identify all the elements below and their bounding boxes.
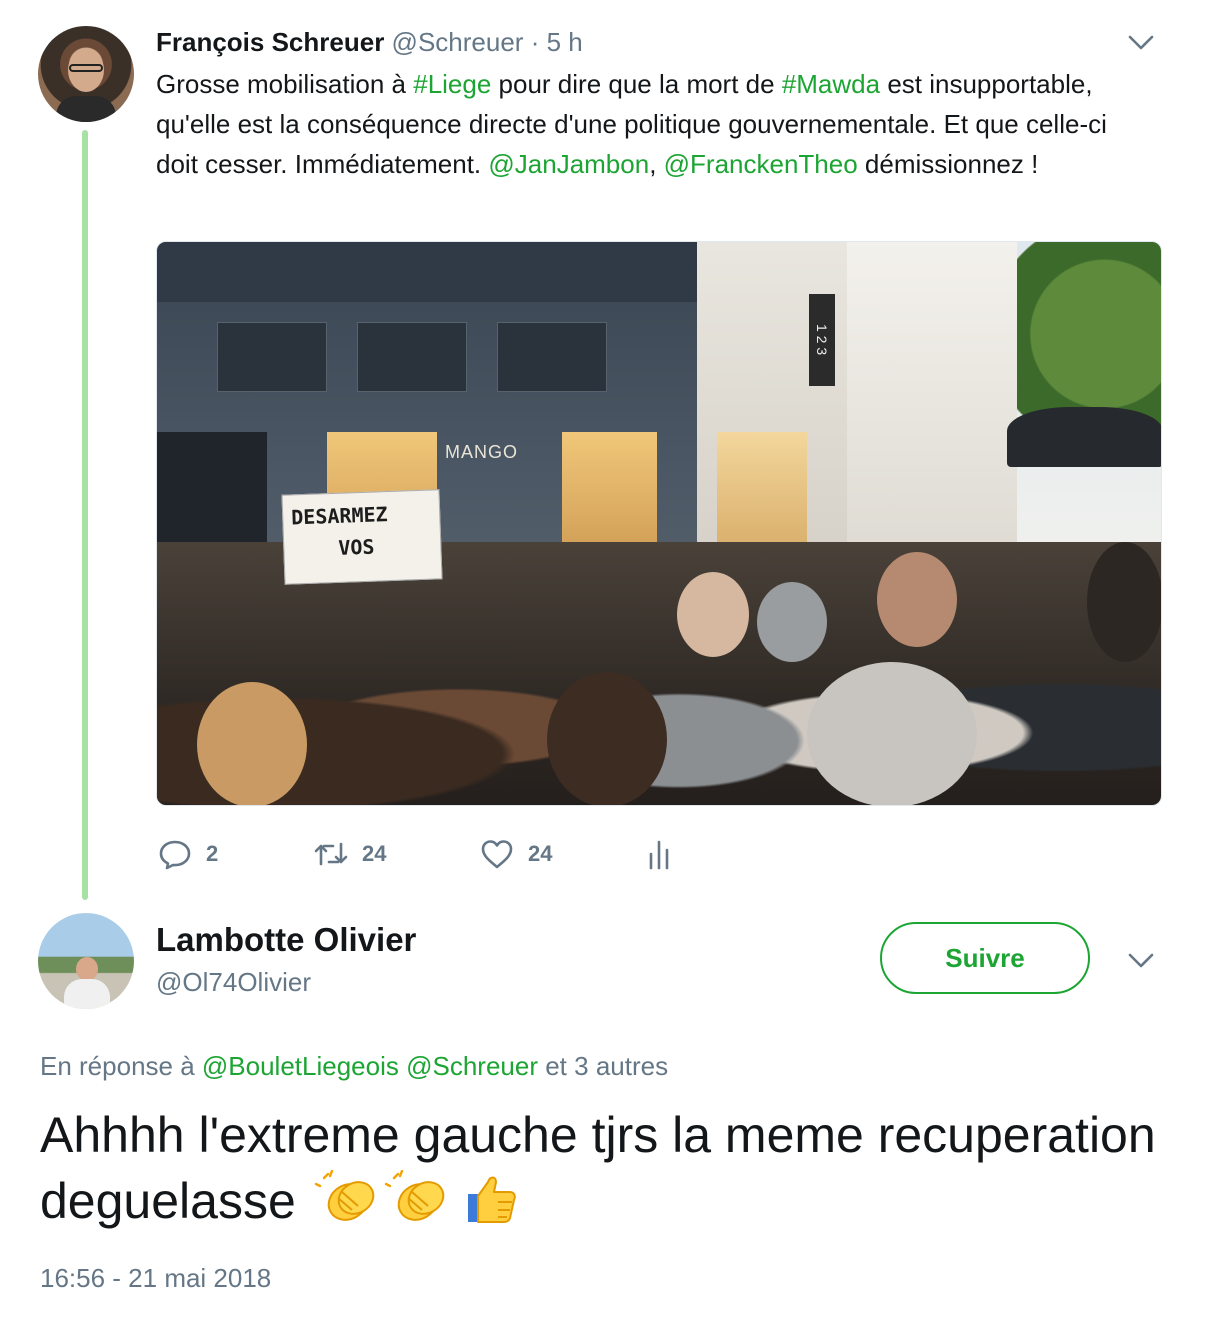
text-part: démissionnez !	[857, 149, 1039, 179]
reply-text-content: Ahhhh l'extreme gauche tjrs la meme recu…	[40, 1107, 1156, 1229]
text-part: ,	[649, 149, 664, 179]
reply-author-name[interactable]: Lambotte Olivier	[156, 918, 416, 962]
stats-button[interactable]	[642, 830, 676, 878]
like-icon	[481, 840, 513, 869]
photo-window	[217, 322, 327, 392]
photo-person	[677, 572, 749, 657]
photo-window	[497, 322, 607, 392]
hashtag-liege[interactable]: #Liege	[413, 69, 491, 99]
thread-line	[82, 130, 88, 900]
text-part: pour dire que la mort de	[491, 69, 782, 99]
reply-text: Ahhhh l'extreme gauche tjrs la meme recu…	[40, 1102, 1160, 1234]
photo-person	[757, 582, 827, 662]
parent-tweet[interactable]: François Schreuer @Schreuer · 5 h Grosse…	[0, 0, 1212, 900]
banner-line: VOS	[337, 534, 375, 560]
reply-author-avatar[interactable]	[38, 913, 134, 1009]
like-count: 24	[528, 841, 553, 866]
clapping-hands-emoji	[314, 1170, 374, 1221]
avatar-glasses	[69, 64, 103, 72]
reply-prefix: En réponse à	[40, 1051, 202, 1081]
photo-person	[1087, 542, 1161, 662]
photo-person	[547, 672, 667, 805]
tweet-photo[interactable]: MANGO 1 2 3 DESARMEZ VOS	[156, 241, 1162, 806]
tweet-text: Grosse mobilisation à #Liege pour dire q…	[156, 64, 1156, 184]
chevron-down-icon[interactable]	[1126, 946, 1156, 976]
tweet-header: François Schreuer @Schreuer · 5 h	[156, 26, 583, 58]
mention-franckentheo[interactable]: @FranckenTheo	[664, 149, 858, 179]
tweet-time[interactable]: · 5 h	[531, 27, 583, 57]
tweet-timestamp[interactable]: 16:56 - 21 mai 2018	[40, 1260, 271, 1296]
photo-person	[197, 682, 307, 805]
clapping-hands-emoji	[384, 1170, 444, 1221]
photo-umbrella	[1007, 407, 1161, 467]
retweet-count: 24	[362, 841, 387, 866]
photo-person	[877, 552, 957, 647]
photo-window	[357, 322, 467, 392]
reply-context: En réponse à @BouletLiegeois @Schreuer e…	[40, 1048, 668, 1084]
banner-line: DESARMEZ	[290, 502, 388, 530]
stats-icon	[649, 840, 669, 870]
author-avatar[interactable]	[38, 26, 134, 122]
tweet-actions: 2 24 24	[156, 830, 756, 880]
author-handle[interactable]: @Schreuer	[392, 27, 524, 57]
reply-button[interactable]: 2	[158, 830, 218, 878]
retweet-button[interactable]: 24	[314, 830, 386, 878]
reply-suffix[interactable]: et 3 autres	[538, 1051, 668, 1081]
hashtag-mawda[interactable]: #Mawda	[782, 69, 880, 99]
photo-person	[807, 662, 977, 805]
avatar-shirt	[56, 96, 116, 122]
avatar-face	[76, 957, 98, 981]
like-button[interactable]: 24	[480, 830, 552, 878]
photo-shop-sign: MANGO	[445, 442, 519, 462]
avatar-body	[64, 979, 110, 1009]
follow-button[interactable]: Suivre	[880, 922, 1090, 994]
reply-icon	[159, 840, 191, 870]
reply-author-handle[interactable]: @Ol74Olivier	[156, 964, 311, 1000]
text-part: Grosse mobilisation à	[156, 69, 414, 99]
mention-bouletliegeois[interactable]: @BouletLiegeois	[202, 1051, 399, 1081]
chevron-down-icon[interactable]	[1126, 28, 1156, 58]
mention-janjambon[interactable]: @JanJambon	[488, 149, 649, 179]
photo-protest-banner: DESARMEZ VOS	[281, 489, 443, 585]
photo-store-sign: 1 2 3	[809, 294, 835, 386]
reply-count: 2	[206, 841, 219, 866]
photo-building-band	[157, 242, 697, 302]
author-name[interactable]: François Schreuer	[156, 27, 384, 57]
mention-schreuer[interactable]: @Schreuer	[406, 1051, 538, 1081]
retweet-icon	[314, 842, 348, 866]
thumbs-up-emoji	[467, 1176, 516, 1223]
